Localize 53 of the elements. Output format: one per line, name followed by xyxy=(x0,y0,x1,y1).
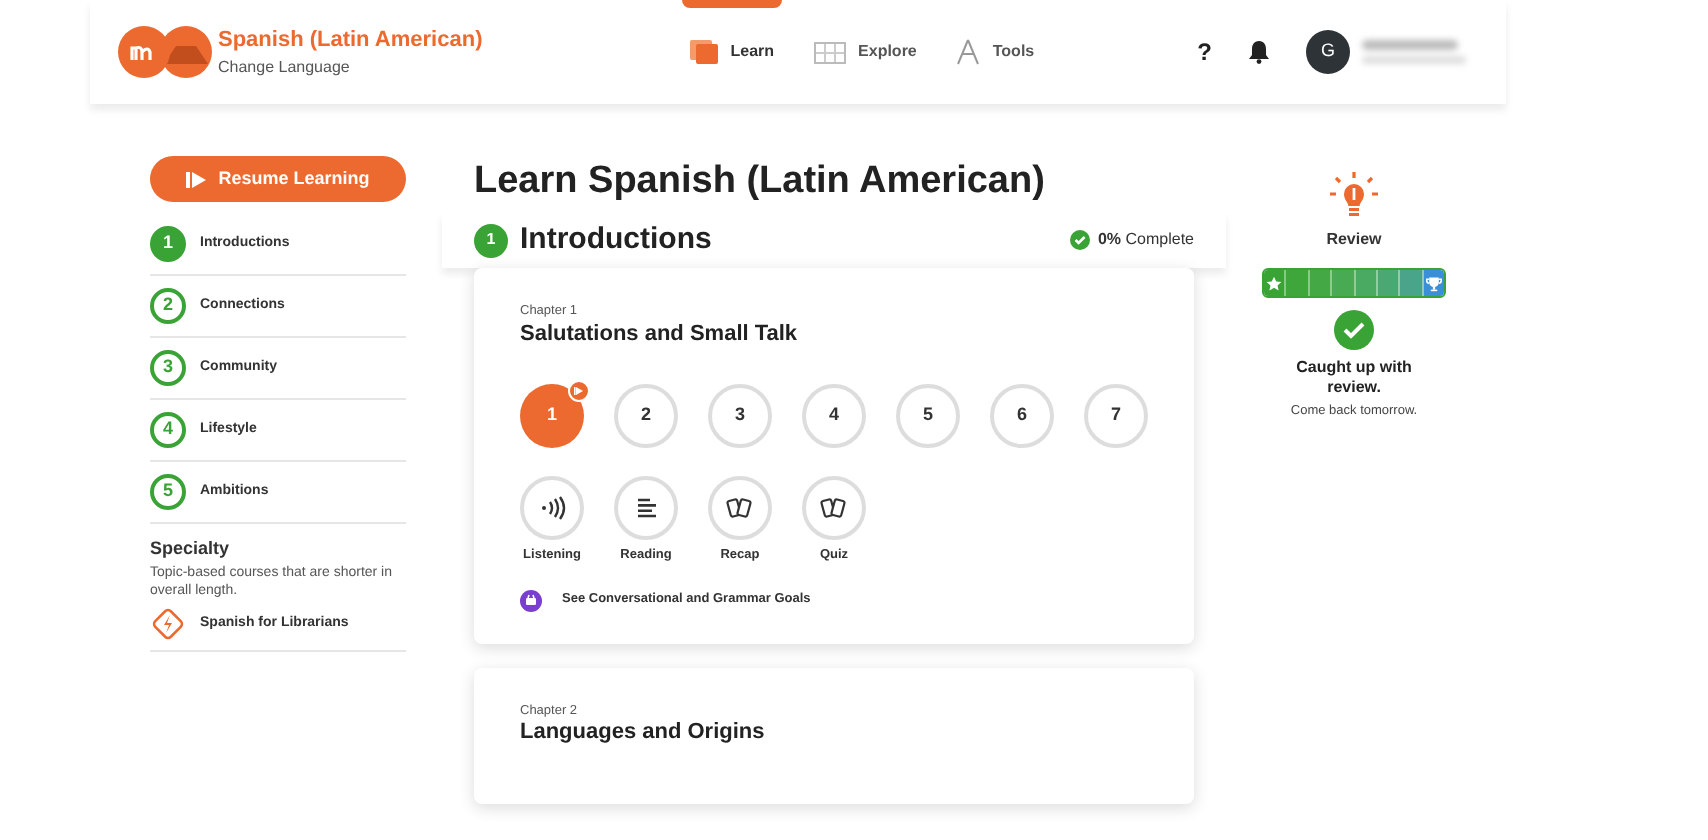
review-title: Review xyxy=(1326,228,1382,252)
grid-icon xyxy=(814,41,847,63)
review-status: Caught up with review. xyxy=(1294,358,1414,398)
unit-number: 3 xyxy=(150,350,186,386)
page-title: Learn Spanish (Latin American) xyxy=(474,158,1047,206)
text-lines-icon xyxy=(635,497,657,518)
chapter-title: Languages and Origins xyxy=(520,720,767,745)
cards-icon xyxy=(820,495,848,520)
book-icon xyxy=(690,40,719,64)
activity-button[interactable] xyxy=(802,475,866,540)
cards-icon xyxy=(726,495,754,520)
unit-title: Introductions xyxy=(520,219,712,260)
unit-number: 5 xyxy=(150,474,186,510)
nav-tab[interactable]: Tools xyxy=(956,38,1035,66)
play-badge-icon xyxy=(568,379,590,402)
check-circle-icon xyxy=(1334,310,1374,350)
chapter-title: Salutations and Small Talk xyxy=(520,321,800,346)
streak-segment xyxy=(1400,270,1424,296)
help-button[interactable]: ? xyxy=(1197,34,1212,70)
compass-icon xyxy=(956,38,981,66)
play-icon xyxy=(186,171,207,187)
blurred-user-name xyxy=(1362,40,1466,64)
activity-button[interactable] xyxy=(614,475,678,540)
lesson-button[interactable]: 7 xyxy=(1084,383,1148,448)
check-icon xyxy=(1069,230,1090,250)
nav-tab[interactable]: Explore xyxy=(814,40,917,64)
activity-button[interactable] xyxy=(708,475,772,540)
avatar[interactable]: G xyxy=(1306,30,1350,74)
nav-tab[interactable]: Learn xyxy=(690,40,775,64)
logo-icon xyxy=(118,26,214,78)
goals-icon xyxy=(520,589,542,611)
unit-number: 1 xyxy=(150,226,186,262)
activity-button[interactable] xyxy=(520,475,584,540)
unit-number-badge: 1 xyxy=(474,223,508,257)
star-icon xyxy=(1266,275,1283,291)
lesson-button[interactable]: 6 xyxy=(990,383,1054,448)
lesson-button[interactable]: 5 xyxy=(896,383,960,448)
lesson-button[interactable]: 4 xyxy=(802,383,866,448)
change-language-link[interactable]: Change Language xyxy=(218,56,483,81)
lesson-button[interactable]: 3 xyxy=(708,383,772,448)
lesson-button[interactable]: 2 xyxy=(614,383,678,448)
specialty-heading: Specialty xyxy=(150,536,232,562)
trophy-icon xyxy=(1425,275,1442,291)
streak-segment xyxy=(1309,270,1333,296)
unit-number: 4 xyxy=(150,412,186,448)
streak-segment xyxy=(1355,270,1378,296)
lightbulb-icon xyxy=(1328,170,1380,222)
sound-waves-icon xyxy=(538,495,566,520)
unit-number: 2 xyxy=(150,288,186,324)
progress-text: 0% Complete xyxy=(1097,228,1194,252)
streak-segment xyxy=(1377,270,1401,296)
streak-segment xyxy=(1332,270,1355,296)
bell-icon[interactable] xyxy=(1248,40,1270,64)
